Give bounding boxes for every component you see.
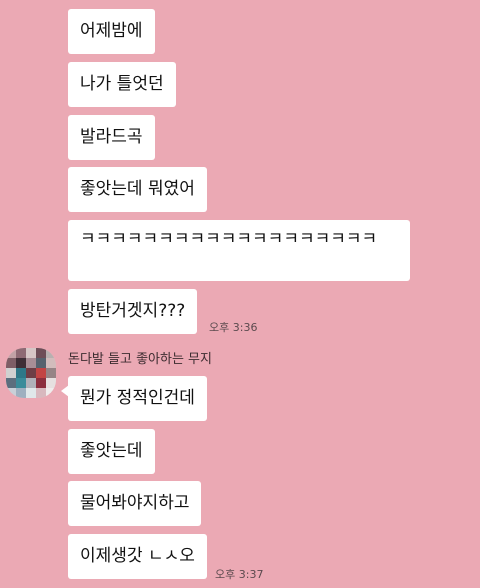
avatar-pixel (26, 378, 36, 388)
sender-name: 돈다발 들고 좋아하는 무지 (68, 352, 212, 367)
avatar-pixel (46, 348, 56, 358)
avatar-pixel (26, 348, 36, 358)
message-bubble[interactable]: 이제생갓 ㄴㅅ오 (68, 534, 207, 579)
avatar-pixel (26, 358, 36, 368)
chat-window: { "messages": [ {"text": "어제밤에"}, {"text… (0, 0, 480, 588)
avatar-pixel (6, 348, 16, 358)
message-bubble[interactable]: 좋앗는데 (68, 429, 155, 474)
message-text: 뭔가 정적인건데 (80, 388, 195, 408)
message-bubble[interactable]: 방탄거겟지??? (68, 289, 198, 334)
message-bubble[interactable]: 발라드곡 (68, 115, 155, 160)
avatar-pixel (46, 358, 56, 368)
avatar-pixel (6, 388, 16, 398)
avatar-pixel (16, 388, 26, 398)
avatar-pixel (36, 388, 46, 398)
avatar-pixel (26, 368, 36, 378)
avatar-pixel (6, 358, 16, 368)
avatar-pixel (36, 348, 46, 358)
message-text: ㅋㅋㅋㅋㅋㅋㅋㅋㅋㅋㅋㅋㅋㅋㅋㅋㅋㅋㅋ (80, 229, 378, 249)
message-text: 어제밤에 (80, 21, 143, 41)
avatar-pixel (26, 388, 36, 398)
avatar-pixel (16, 348, 26, 358)
avatar-pixel (36, 358, 46, 368)
message-bubble[interactable]: 나가 틀엇던 (68, 62, 176, 107)
message-text: 나가 틀엇던 (80, 74, 164, 94)
message-bubble[interactable]: 어제밤에 (68, 9, 155, 54)
sender-avatar[interactable] (6, 348, 56, 398)
avatar-pixel (46, 388, 56, 398)
avatar-pixel (36, 368, 46, 378)
avatar-pixel (16, 378, 26, 388)
message-text: 이제생갓 ㄴㅅ오 (80, 546, 195, 566)
message-text: 좋앗는데 뭐였어 (80, 179, 195, 199)
avatar-pixel (16, 358, 26, 368)
avatar-pixel (46, 378, 56, 388)
message-bubble[interactable]: ㅋㅋㅋㅋㅋㅋㅋㅋㅋㅋㅋㅋㅋㅋㅋㅋㅋㅋㅋ (68, 220, 410, 281)
avatar-pixel (36, 378, 46, 388)
avatar-pixel (6, 378, 16, 388)
message-bubble[interactable]: 물어봐야지하고 (68, 481, 202, 526)
avatar-pixel (46, 368, 56, 378)
message-text: 좋앗는데 (80, 441, 143, 461)
message-timestamp: 오후 3:36 (209, 321, 258, 334)
message-timestamp: 오후 3:37 (215, 568, 264, 581)
message-text: 발라드곡 (80, 127, 143, 147)
message-text: 방탄거겟지??? (80, 301, 186, 321)
message-text: 물어봐야지하고 (80, 493, 190, 513)
message-bubble[interactable]: 좋앗는데 뭐였어 (68, 167, 207, 212)
message-bubble[interactable]: 뭔가 정적인건데 (61, 376, 207, 421)
avatar-pixel (6, 368, 16, 378)
avatar-pixel (16, 368, 26, 378)
